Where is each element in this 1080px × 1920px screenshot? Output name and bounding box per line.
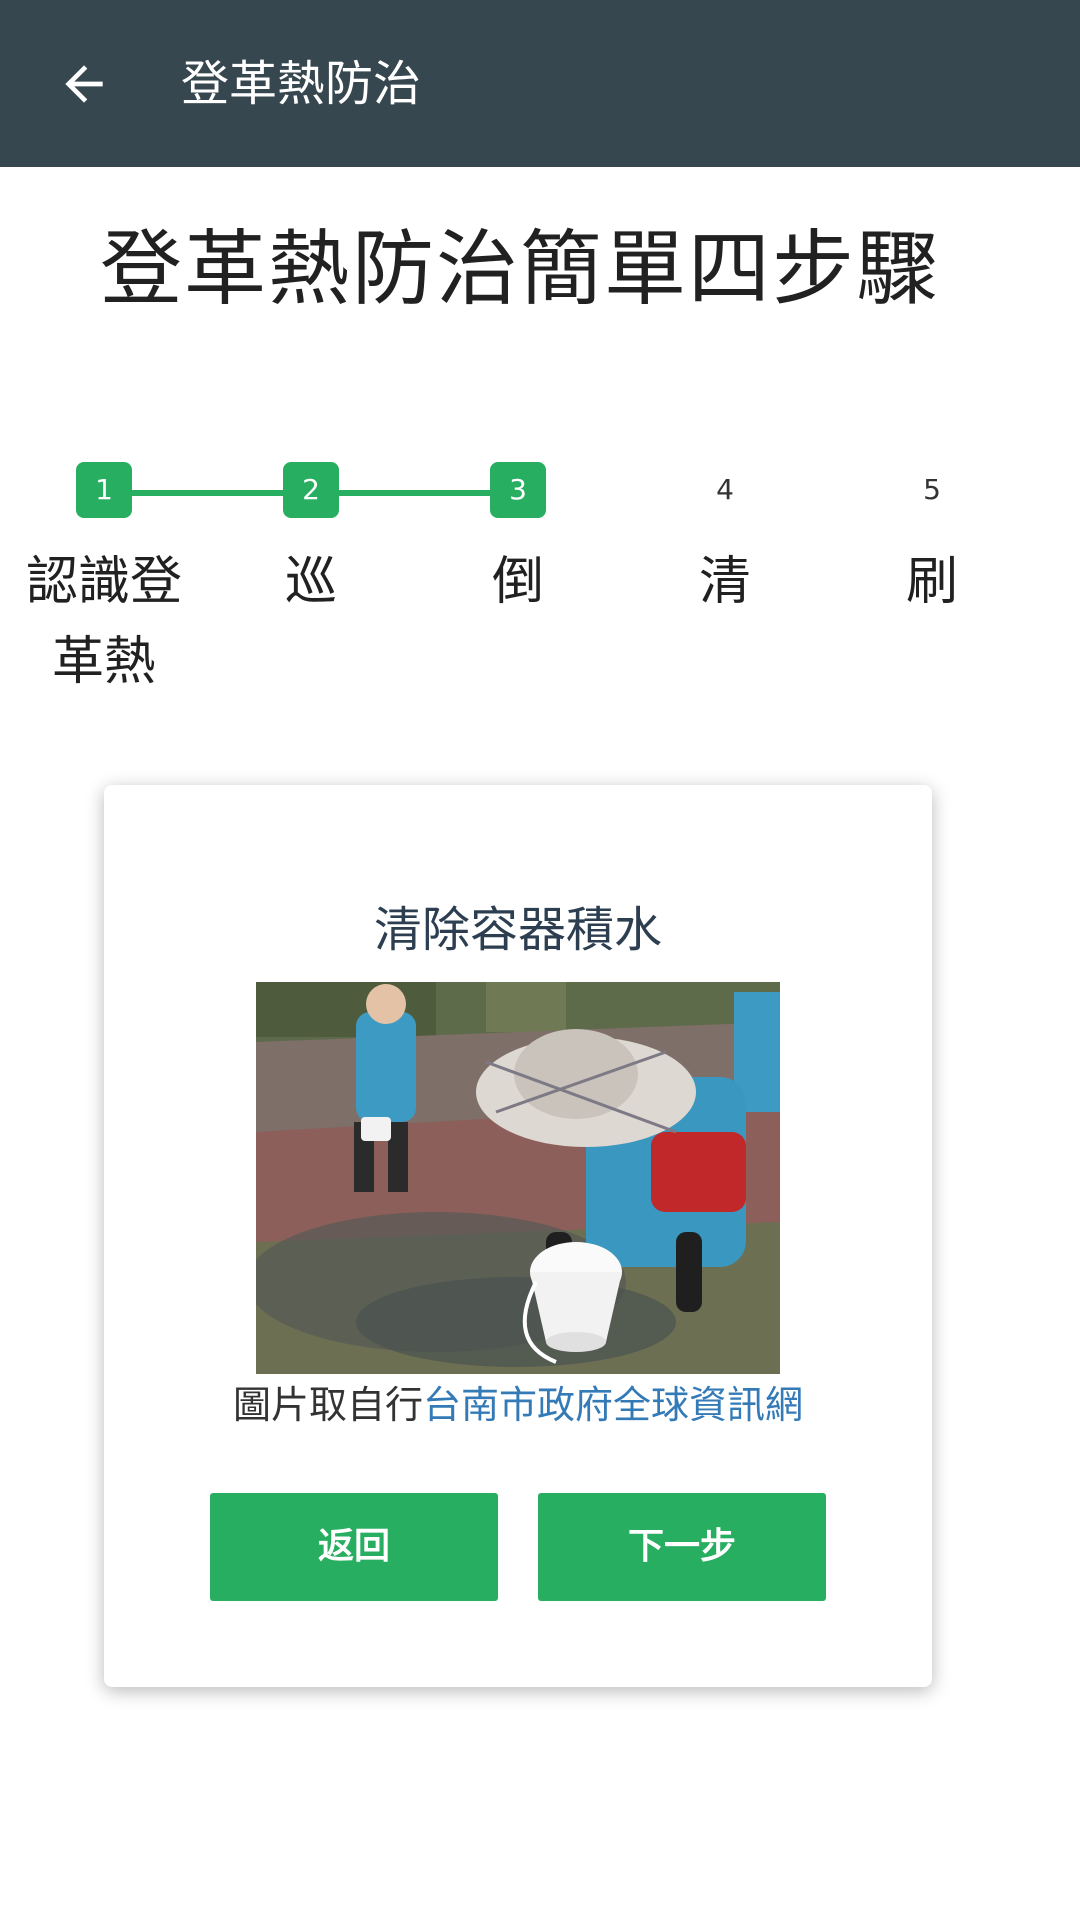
back-button[interactable] — [44, 44, 124, 124]
step-3-number: 3 — [490, 462, 546, 518]
step-4[interactable]: 4 清 — [625, 462, 825, 622]
step-3[interactable]: 3 倒 — [418, 462, 618, 622]
step-1-number: 1 — [76, 462, 132, 518]
step-4-label: 清 — [698, 552, 751, 612]
step-4-number: 4 — [716, 473, 734, 506]
step-5[interactable]: 5 刷 — [832, 462, 1032, 622]
app-bar: 登革熱防治 — [0, 0, 1080, 167]
step-1[interactable]: 1 認識登革熱 — [4, 462, 204, 702]
step-2-number: 2 — [283, 462, 339, 518]
credit-link[interactable]: 台南市政府全球資訊網 — [423, 1383, 803, 1427]
step-1-label: 認識登革熱 — [25, 552, 182, 692]
next-step-button[interactable]: 下一步 — [538, 1493, 826, 1601]
card-title: 清除容器積水 — [373, 902, 662, 958]
step-2[interactable]: 2 巡 — [211, 462, 411, 622]
back-step-button[interactable]: 返回 — [210, 1493, 498, 1601]
photo-illustration — [256, 982, 780, 1374]
app-bar-title: 登革熱防治 — [181, 56, 422, 112]
step-photo — [256, 982, 780, 1374]
photo-credit: 圖片取自行台南市政府全球資訊網 — [104, 1377, 932, 1433]
credit-prefix: 圖片取自行 — [232, 1383, 423, 1427]
step-card: 清除容器積水 圖片取自行台南市政府全球資訊網 返回 下一步 — [104, 785, 932, 1687]
arrow-left-icon — [65, 65, 103, 103]
step-5-label: 刷 — [905, 552, 958, 612]
step-2-label: 巡 — [284, 552, 337, 612]
step-5-number: 5 — [923, 473, 941, 506]
page-title: 登革熱防治簡單四步驟 — [99, 222, 940, 317]
step-3-label: 倒 — [491, 552, 544, 612]
